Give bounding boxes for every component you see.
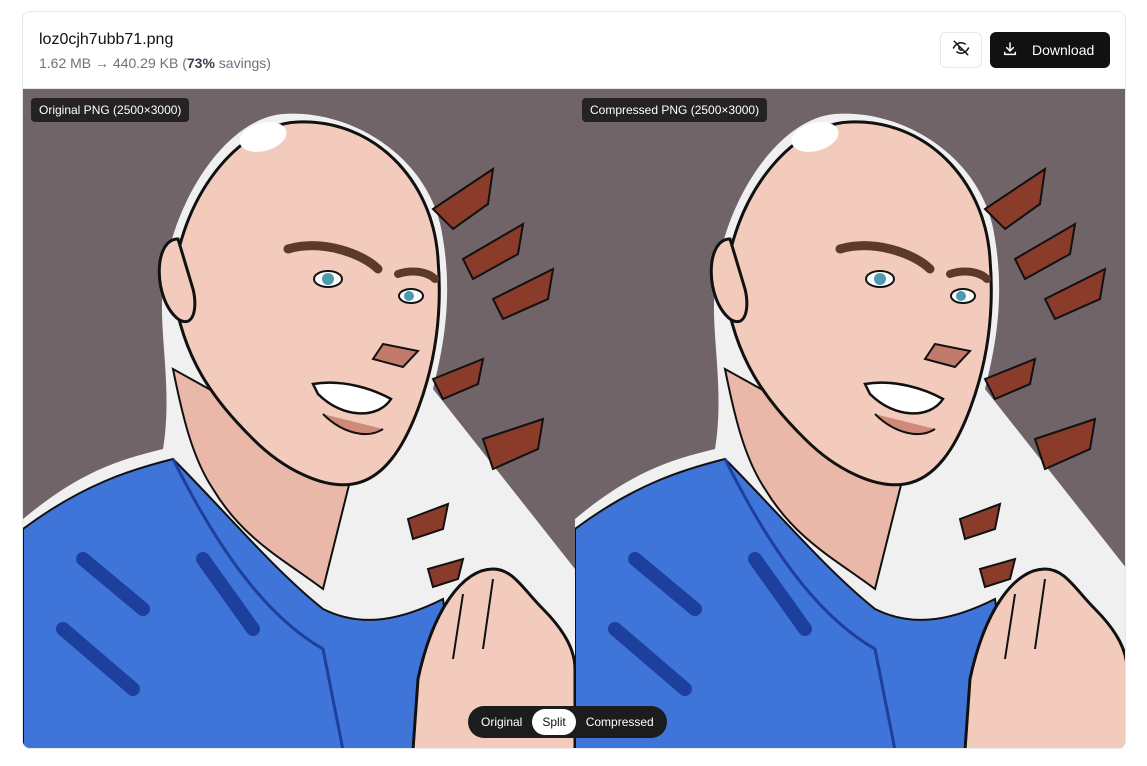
- toggle-visibility-button[interactable]: [940, 32, 982, 68]
- savings-percent: 73%: [186, 55, 215, 71]
- savings-word: savings: [218, 55, 267, 71]
- compressed-size: 440.29 KB: [112, 55, 179, 71]
- compressed-pane-label: Compressed PNG (2500×3000): [582, 98, 768, 122]
- file-size-stats: 1.62 MB → 440.29 KB (73% savings): [39, 55, 271, 71]
- card-header: loz0cjh7ubb71.png 1.62 MB → 440.29 KB (7…: [23, 12, 1125, 89]
- eye-off-icon: [952, 39, 970, 62]
- original-image-pane: Original PNG (2500×3000): [23, 89, 575, 748]
- original-pane-label: Original PNG (2500×3000): [31, 98, 190, 122]
- original-size: 1.62 MB: [39, 55, 92, 71]
- download-icon: [1002, 41, 1018, 60]
- download-button[interactable]: Download: [990, 32, 1110, 68]
- mode-split-option[interactable]: Split: [532, 709, 576, 735]
- view-mode-toggle: Original Split Compressed: [468, 706, 667, 738]
- original-artwork: [23, 89, 575, 748]
- image-comparison-viewer[interactable]: Original PNG (2500×3000) Compressed PNG …: [23, 89, 1125, 748]
- compressed-artwork: [575, 89, 1125, 748]
- file-name: loz0cjh7ubb71.png: [39, 31, 174, 48]
- compressed-image-pane: Compressed PNG (2500×3000): [575, 89, 1125, 748]
- mode-original-option[interactable]: Original: [471, 709, 532, 735]
- arrow-glyph: →: [95, 55, 110, 71]
- comparison-card: loz0cjh7ubb71.png 1.62 MB → 440.29 KB (7…: [22, 11, 1126, 749]
- mode-compressed-option[interactable]: Compressed: [576, 709, 664, 735]
- download-label: Download: [1032, 42, 1095, 58]
